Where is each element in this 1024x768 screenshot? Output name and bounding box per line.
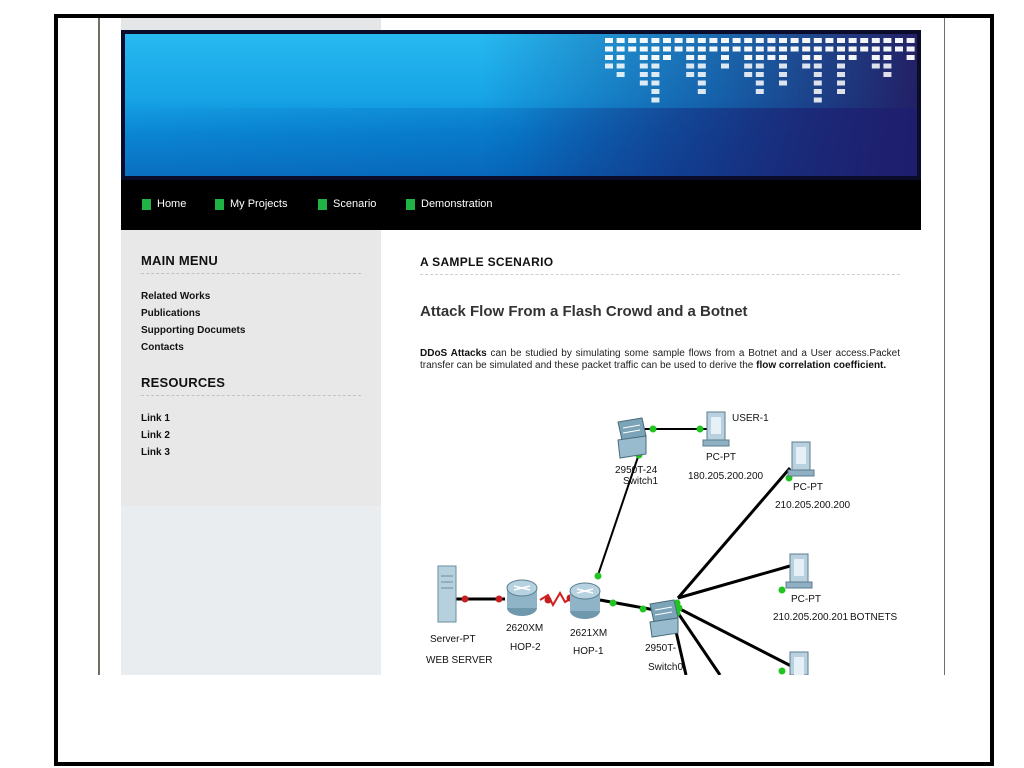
- bot-pc-1-ip: 210.205.200.200: [775, 500, 851, 511]
- router2-name: HOP-2: [510, 642, 541, 653]
- sidebar-link-contacts[interactable]: Contacts: [141, 342, 184, 353]
- divider: [141, 395, 361, 396]
- nav-label: Scenario: [333, 198, 377, 210]
- sidebar-lower: [121, 506, 381, 675]
- sidebar-link-publications[interactable]: Publications: [141, 308, 200, 319]
- server-name: WEB SERVER: [426, 655, 493, 666]
- bot-pc-2-type: PC-PT: [791, 594, 821, 605]
- article-paragraph: DDoS Attacks can be studied by simulatin…: [420, 348, 900, 372]
- router1-name: HOP-1: [573, 646, 604, 657]
- nav-item-demonstration[interactable]: Demonstration: [406, 197, 493, 211]
- sidebar-link-3[interactable]: Link 3: [141, 447, 170, 458]
- web-page: Home My Projects Scenario Demonstration …: [100, 18, 944, 675]
- router-icon: [506, 579, 538, 616]
- sidebar-link-related-works[interactable]: Related Works: [141, 291, 210, 302]
- sidebar-link-supporting-documents[interactable]: Supporting Documets: [141, 325, 245, 336]
- nav-bullet-icon: [215, 198, 224, 210]
- switch1-model: 2950T-24: [615, 465, 658, 476]
- sidebar-link-1[interactable]: Link 1: [141, 413, 170, 424]
- top-strip: [121, 18, 381, 30]
- pc-icon: [789, 651, 809, 675]
- botnets-label: BOTNETS: [850, 612, 898, 623]
- banner-equalizer-graphic: [605, 38, 915, 103]
- nav-bullet-icon: [406, 198, 415, 210]
- user-pc-type: PC-PT: [706, 452, 736, 463]
- link-status-dots: [461, 425, 793, 675]
- banner-graphic: [125, 34, 917, 176]
- switch-icon: [649, 599, 679, 638]
- network-topology-diagram: 2950T-24 Switch1 USER-1 PC-PT 180.205.20…: [426, 411, 898, 675]
- divider: [420, 274, 900, 275]
- server-icon: [437, 565, 457, 623]
- main-menu-heading: MAIN MENU: [141, 253, 218, 268]
- nav-item-scenario[interactable]: Scenario: [318, 197, 376, 211]
- router-icon: [569, 582, 601, 619]
- nav-label: My Projects: [230, 198, 288, 210]
- nav-bullet-icon: [142, 198, 151, 210]
- router2-model: 2620XM: [506, 623, 543, 634]
- resources-heading: RESOURCES: [141, 375, 226, 390]
- nav-item-home[interactable]: Home: [142, 197, 186, 211]
- sidebar: MAIN MENU Related Works Publications Sup…: [121, 230, 381, 506]
- user-pc-ip: 180.205.200.200: [688, 471, 764, 482]
- divider: [141, 273, 361, 274]
- switch0-model: 2950T-: [645, 643, 676, 654]
- pc-icon: [702, 411, 730, 447]
- nav-label: Home: [157, 198, 187, 210]
- switch0-name: Switch0: [648, 662, 683, 673]
- section-heading: A SAMPLE SCENARIO: [420, 255, 554, 269]
- pc-icon: [785, 553, 813, 589]
- top-navigation: Home My Projects Scenario Demonstration: [121, 180, 921, 230]
- article-title: Attack Flow From a Flash Crowd and a Bot…: [420, 303, 748, 320]
- bold-term: flow correlation coefficient.: [756, 360, 887, 371]
- frame-left-edge: [54, 14, 58, 766]
- user-pc-label: USER-1: [732, 413, 769, 424]
- sidebar-link-2[interactable]: Link 2: [141, 430, 170, 441]
- nav-item-my-projects[interactable]: My Projects: [215, 197, 287, 211]
- nav-label: Demonstration: [421, 198, 493, 210]
- nav-bullet-icon: [318, 198, 327, 210]
- router1-model: 2621XM: [570, 628, 607, 639]
- bot-pc-1-type: PC-PT: [793, 482, 823, 493]
- bold-term: DDoS Attacks: [420, 348, 487, 359]
- switch-icon: [617, 417, 647, 459]
- switch1-name: Switch1: [623, 476, 658, 487]
- pc-icon: [787, 441, 815, 477]
- header-banner: [121, 30, 921, 180]
- bot-pc-2-ip: 210.205.200.201: [773, 612, 849, 623]
- server-type: Server-PT: [430, 634, 476, 645]
